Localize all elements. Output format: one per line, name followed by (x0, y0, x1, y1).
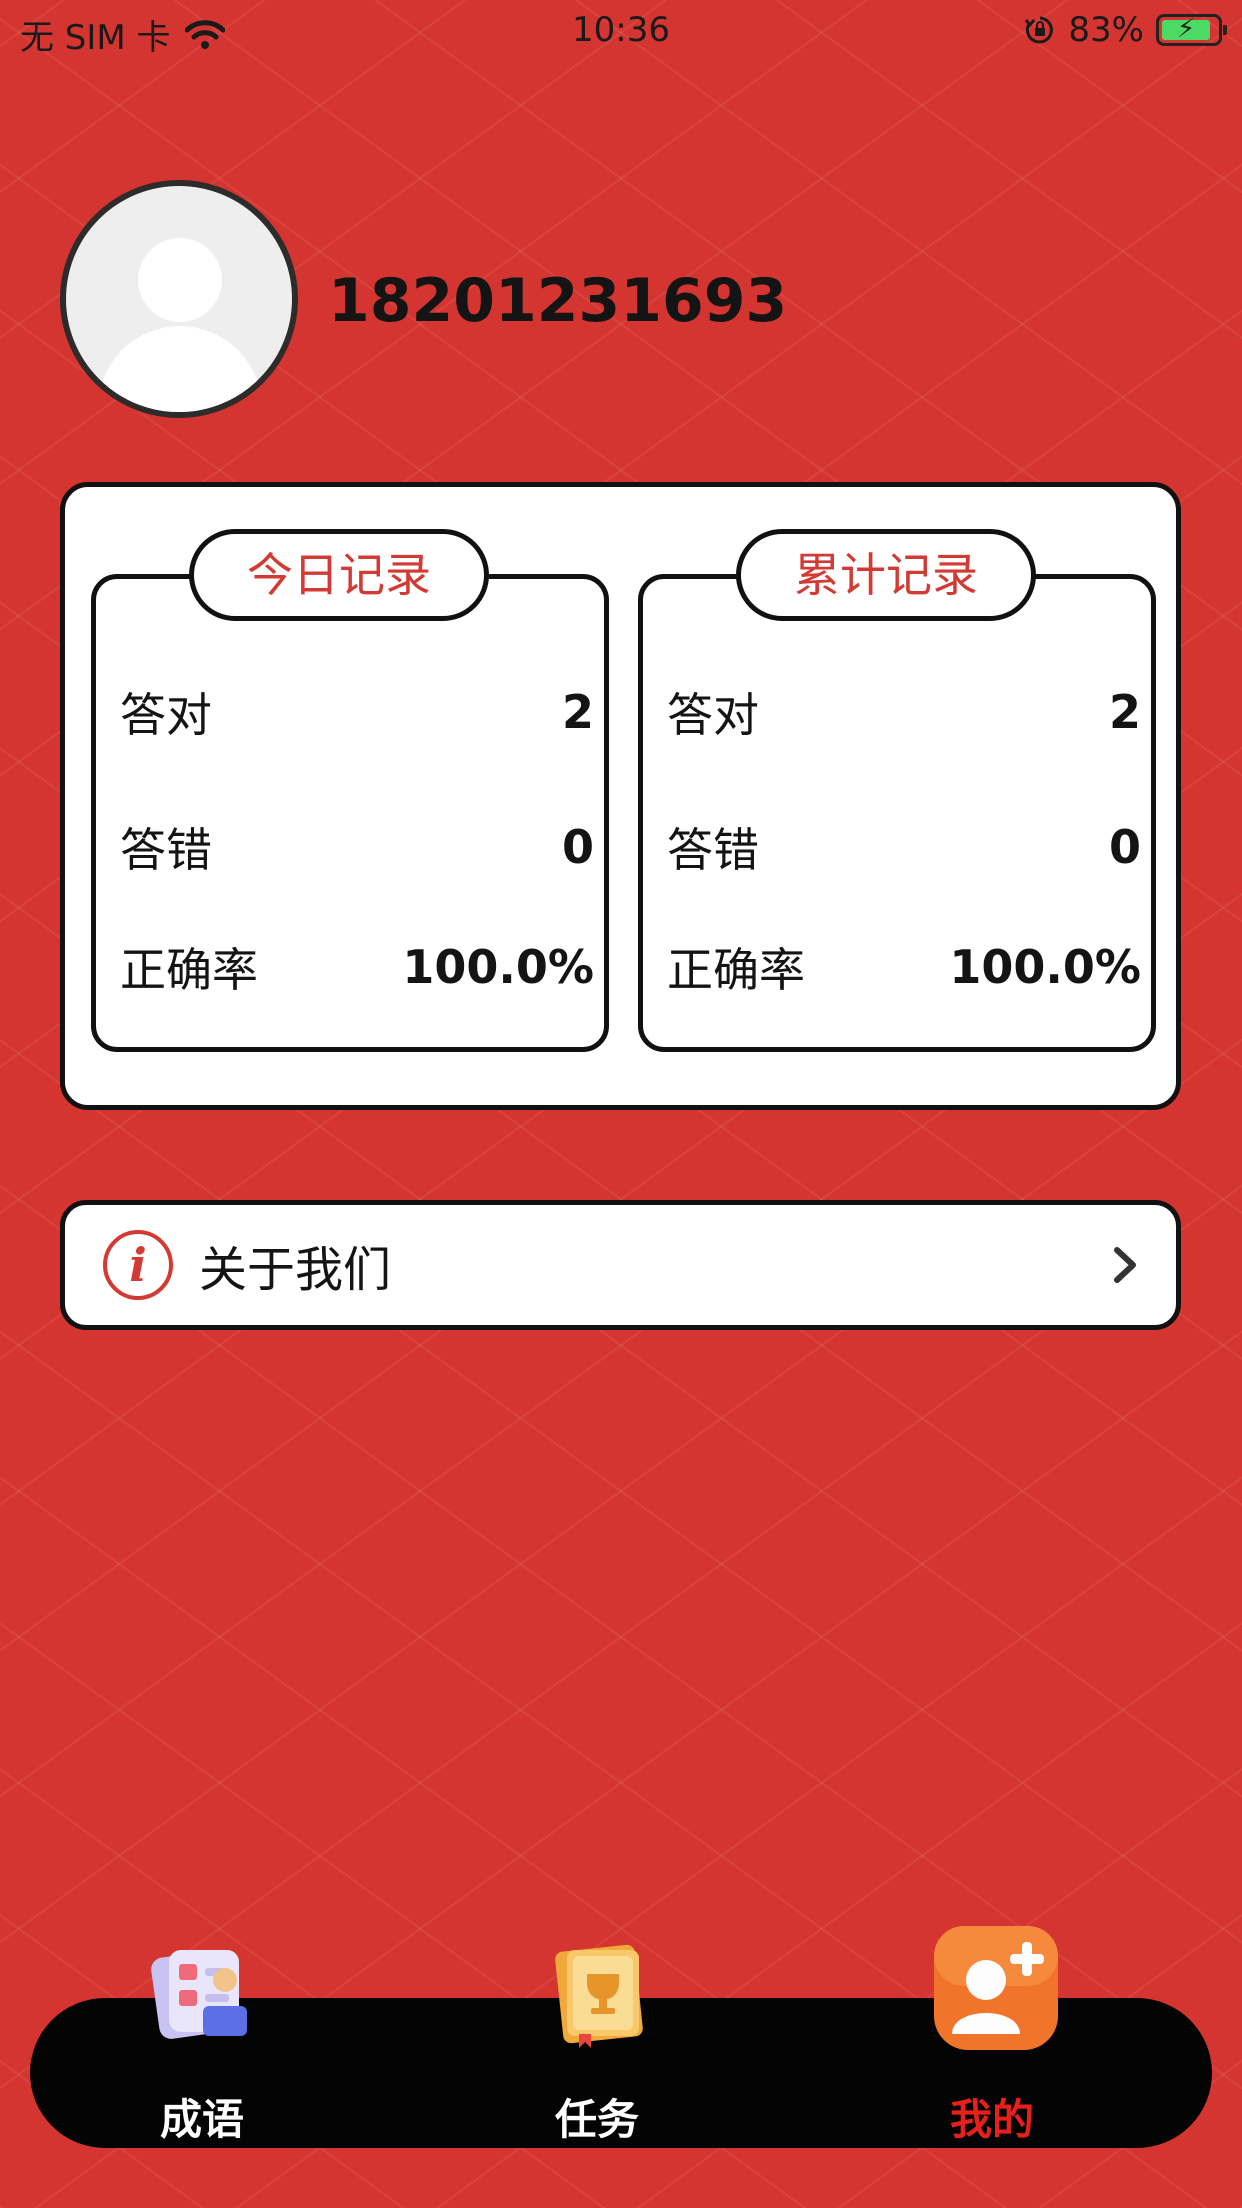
stat-row-correct: 答对 2 (120, 679, 594, 745)
stat-row-accuracy: 正确率 100.0% (120, 934, 594, 1000)
stat-row-correct: 答对 2 (667, 679, 1141, 745)
stat-value: 0 (561, 820, 594, 874)
stat-row-wrong: 答错 0 (120, 814, 594, 880)
stat-row-accuracy: 正确率 100.0% (667, 934, 1141, 1000)
stat-value: 100.0% (402, 940, 594, 994)
today-record-card: 今日记录 答对 2 答错 0 正确率 100.0% (91, 529, 609, 1052)
stat-value: 2 (1108, 685, 1141, 739)
today-record-title: 今日记录 (189, 529, 489, 621)
status-right: 83% ⚡ (1024, 10, 1227, 50)
stat-label: 答错 (120, 823, 212, 877)
stat-label: 正确率 (120, 943, 258, 997)
avatar-head-shape (138, 238, 222, 322)
bottom-tab-bar: 成语 任务 我的 (30, 1926, 1212, 2148)
chevron-right-icon (1114, 1247, 1136, 1283)
tab-label: 成语 (159, 2095, 244, 2144)
orientation-lock-icon (1025, 16, 1054, 44)
tab-label: 任务 (554, 2095, 639, 2144)
stat-label: 正确率 (667, 943, 805, 997)
stat-label: 答对 (120, 688, 212, 742)
stat-label: 答对 (667, 688, 759, 742)
stat-value: 100.0% (949, 940, 1141, 994)
username: 18201231693 (328, 266, 788, 336)
info-icon: i (103, 1230, 173, 1300)
stat-value: 2 (561, 685, 594, 739)
avatar-body-shape (98, 326, 262, 412)
battery-percent: 83% (1068, 10, 1144, 50)
idiom-cards-icon (151, 1950, 247, 2039)
total-record-title: 累计记录 (736, 529, 1036, 621)
about-us-row[interactable]: i 关于我们 (60, 1200, 1181, 1330)
stats-panel: 今日记录 答对 2 答错 0 正确率 100.0% 累计记录 答对 2 答错 0… (60, 482, 1181, 1110)
stat-value: 0 (1108, 820, 1141, 874)
trophy-book-icon (555, 1944, 643, 2048)
stat-row-wrong: 答错 0 (667, 814, 1141, 880)
add-user-icon (934, 1926, 1058, 2050)
avatar[interactable] (60, 180, 298, 418)
stat-label: 答错 (667, 823, 759, 877)
tab-task[interactable]: 任务 (447, 1944, 747, 2148)
tab-mine[interactable]: 我的 (842, 1926, 1142, 2148)
tab-label: 我的 (949, 2095, 1034, 2144)
total-record-card: 累计记录 答对 2 答错 0 正确率 100.0% (638, 529, 1156, 1052)
battery-icon: ⚡ (1156, 14, 1227, 46)
about-us-label: 关于我们 (199, 1242, 392, 1298)
tab-idiom[interactable]: 成语 (52, 1950, 352, 2148)
status-bar: 无 SIM 卡 10:36 83% ⚡ (0, 0, 1242, 62)
